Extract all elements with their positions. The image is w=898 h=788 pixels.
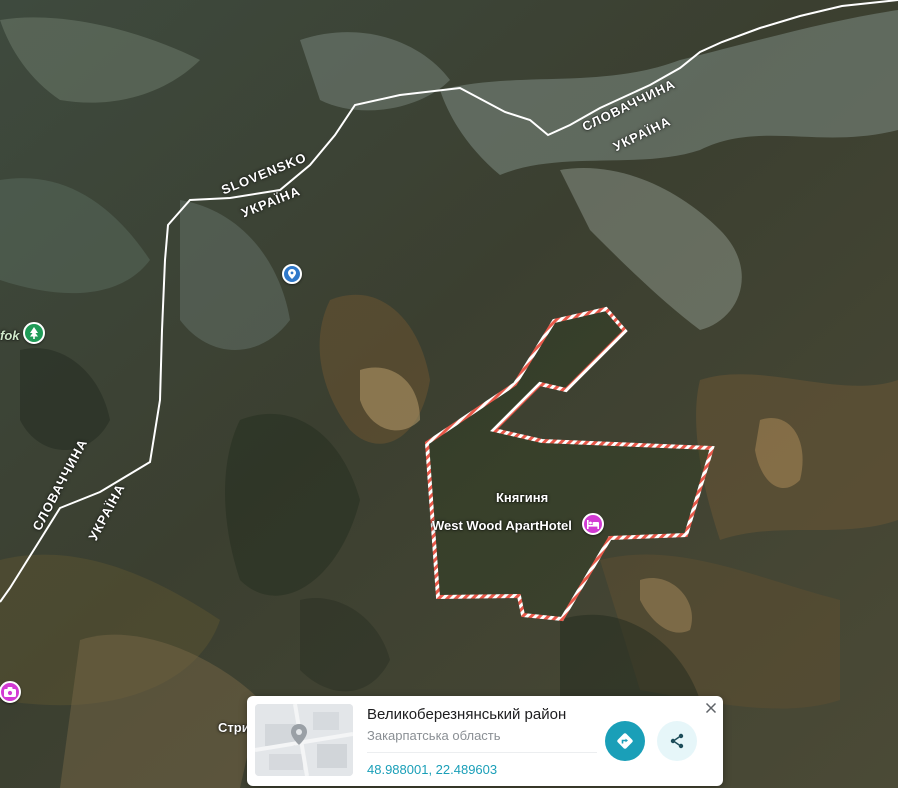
close-button[interactable] bbox=[703, 700, 719, 716]
camera-icon[interactable] bbox=[0, 681, 21, 703]
card-divider bbox=[367, 752, 597, 753]
card-title: Великоберезнянський район bbox=[367, 706, 567, 723]
directions-icon bbox=[617, 733, 633, 749]
location-pin-icon[interactable] bbox=[282, 264, 302, 284]
hotel-icon[interactable] bbox=[582, 513, 604, 535]
satellite-terrain bbox=[0, 0, 898, 788]
place-label-town-partial[interactable]: Стри bbox=[218, 720, 250, 735]
card-coordinates[interactable]: 48.988001, 22.489603 bbox=[367, 762, 497, 777]
map-thumbnail-icon[interactable] bbox=[255, 704, 353, 776]
close-icon bbox=[705, 702, 717, 714]
place-label-kniahynia[interactable]: Княгиня bbox=[496, 490, 548, 505]
location-info-card[interactable]: Великоберезнянський район Закарпатська о… bbox=[247, 696, 723, 786]
share-button[interactable] bbox=[657, 721, 697, 761]
place-label-park-partial[interactable]: fok bbox=[0, 328, 20, 343]
card-subtitle: Закарпатська область bbox=[367, 728, 501, 743]
tree-icon[interactable] bbox=[23, 322, 45, 344]
satellite-map[interactable]: SLOVENSKO УКРАЇНА СЛОВАЧЧИНА УКРАЇНА СЛО… bbox=[0, 0, 898, 788]
share-icon bbox=[670, 733, 684, 749]
directions-button[interactable] bbox=[605, 721, 645, 761]
place-label-west-wood-aparthotel[interactable]: West Wood ApartHotel bbox=[432, 518, 572, 533]
